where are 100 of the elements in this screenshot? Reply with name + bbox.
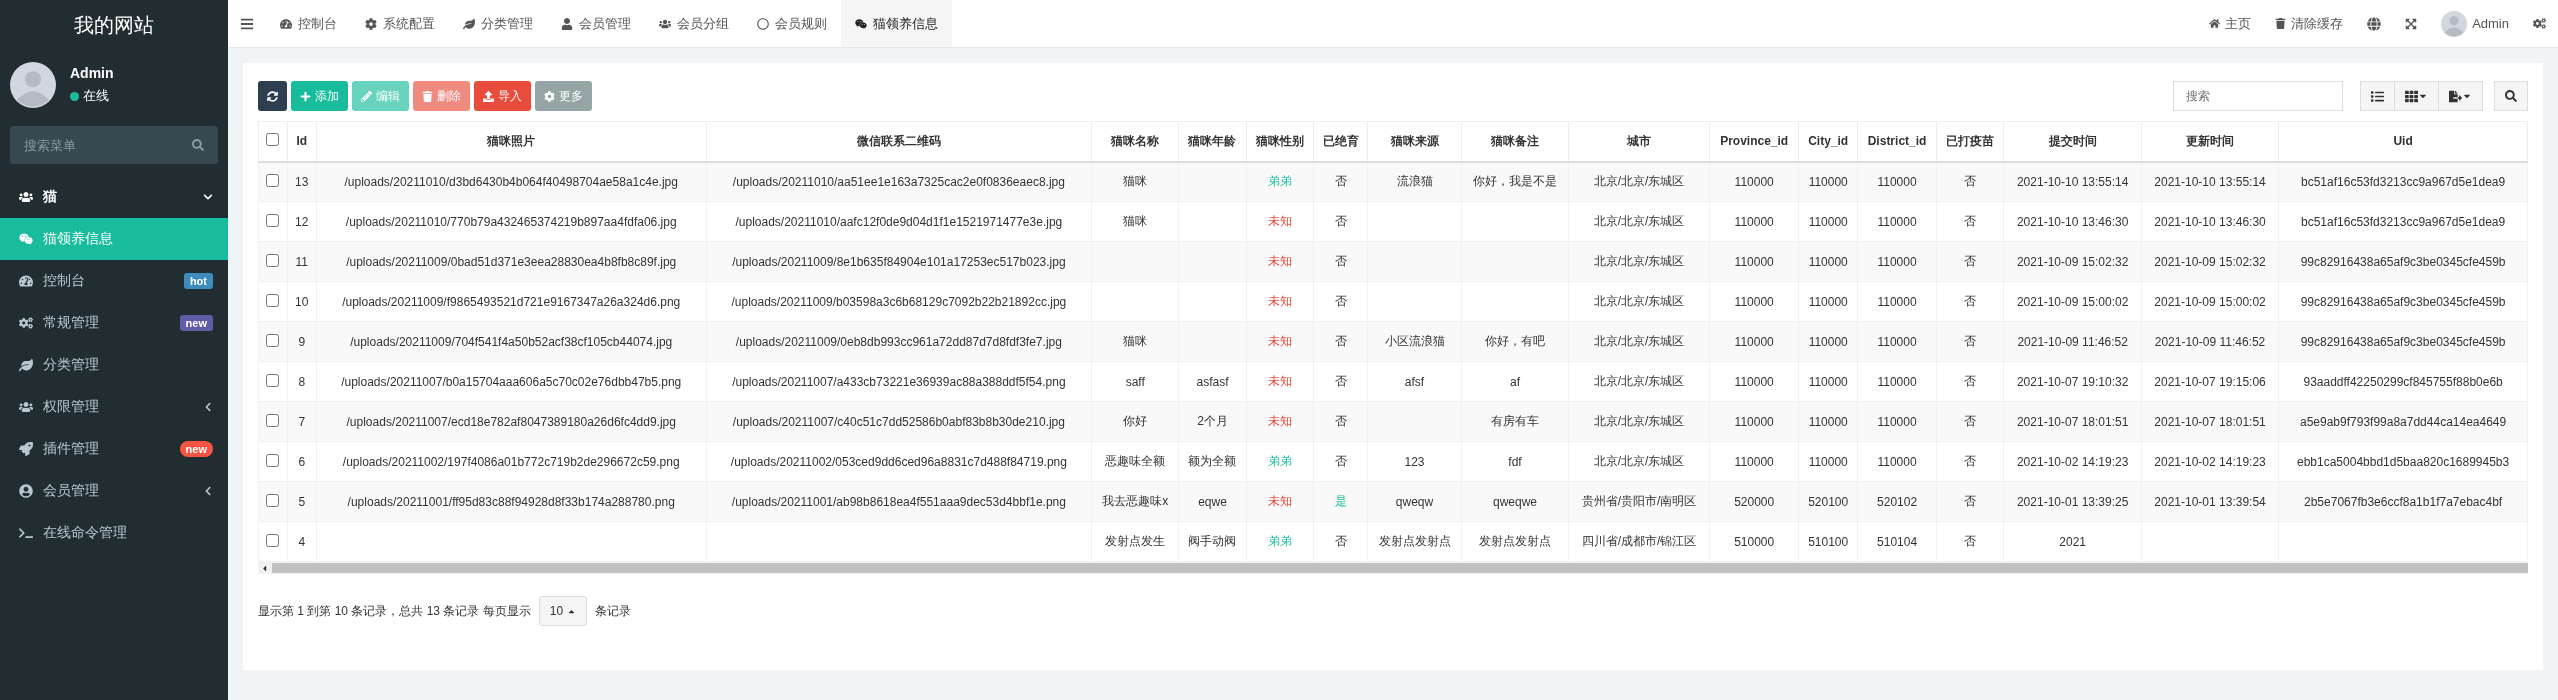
- table-cell: 否: [1964, 334, 1977, 348]
- toolbar-button[interactable]: 导入: [474, 81, 531, 111]
- row-checkbox[interactable]: [266, 533, 280, 547]
- menu-badge: hot: [183, 273, 213, 289]
- table-cell: 123: [1404, 454, 1425, 469]
- table-cell: 520000: [1734, 494, 1775, 509]
- table-cell: 有房有车: [1490, 414, 1539, 428]
- table-cell: 否: [1964, 294, 1977, 308]
- home-icon: [2209, 18, 2221, 29]
- sidebar-item[interactable]: 控制台 hot: [0, 260, 228, 302]
- table-cell: 510000: [1734, 534, 1775, 549]
- table-cell: 弟弟: [1267, 534, 1292, 548]
- table-cell: 99c82916438a65af9c3be0345cfe459b: [2300, 254, 2506, 269]
- column-header[interactable]: 已绝育: [1313, 121, 1368, 162]
- column-header[interactable]: City_id: [1798, 121, 1858, 162]
- settings-icon: [365, 17, 377, 30]
- nav-tab[interactable]: 会员分组: [645, 0, 743, 47]
- column-header[interactable]: 城市: [1568, 121, 1710, 162]
- nav-tab[interactable]: 会员规则: [743, 0, 841, 47]
- row-checkbox[interactable]: [266, 253, 280, 267]
- table-cell: 猫咪: [1123, 174, 1148, 189]
- user-icon: [561, 17, 573, 30]
- row-checkbox[interactable]: [266, 493, 280, 507]
- table-cell: 110000: [1808, 414, 1848, 429]
- row-checkbox[interactable]: [266, 213, 280, 227]
- column-header[interactable]: 已打疫苗: [1936, 121, 2004, 162]
- table-cell: 否: [1964, 214, 1977, 228]
- site-logo: 我的网站: [74, 12, 154, 38]
- nav-tab[interactable]: 系统配置: [351, 0, 449, 47]
- search-button[interactable]: [2494, 81, 2528, 111]
- search-field[interactable]: 搜索: [2173, 81, 2343, 111]
- user-menu[interactable]: Admin: [2429, 0, 2521, 47]
- plus-icon: [300, 90, 311, 102]
- column-header[interactable]: 猫咪名称: [1091, 121, 1179, 162]
- column-header[interactable]: 更新时间: [2141, 121, 2279, 162]
- horizontal-scrollbar[interactable]: [258, 562, 2528, 574]
- column-header[interactable]: 猫咪照片: [316, 121, 707, 162]
- table-cell: 小区流浪猫: [1384, 334, 1445, 348]
- nav-tab[interactable]: 会员管理: [547, 0, 645, 47]
- list-view-button[interactable]: [2360, 81, 2395, 111]
- table-cell: 11: [295, 254, 308, 269]
- table-cell: 否: [1334, 254, 1347, 268]
- row-checkbox[interactable]: [266, 173, 280, 187]
- sidebar-item[interactable]: 分类管理: [0, 344, 228, 386]
- row-checkbox[interactable]: [266, 293, 280, 307]
- table-cell: 流浪猫: [1396, 174, 1433, 189]
- row-checkbox[interactable]: [266, 333, 280, 347]
- sidebar-item[interactable]: 在线命令管理: [0, 512, 228, 554]
- column-header[interactable]: 猫咪性别: [1246, 121, 1314, 162]
- nav-link[interactable]: 主页: [2197, 0, 2264, 47]
- column-header[interactable]: 猫咪备注: [1461, 121, 1569, 162]
- row-checkbox[interactable]: [266, 413, 280, 427]
- sidebar-item[interactable]: 插件管理 new: [0, 428, 228, 470]
- row-checkbox[interactable]: [266, 373, 280, 387]
- row-checkbox[interactable]: [266, 453, 280, 467]
- column-header[interactable]: Province_id: [1709, 121, 1799, 162]
- search-icon: [2505, 90, 2517, 102]
- table-cell: 四川省/成都市/锦江区: [1581, 534, 1697, 548]
- table-cell: 110000: [1734, 334, 1774, 349]
- table-cell: 2021-10-10 13:46:30: [2154, 214, 2266, 229]
- export-button[interactable]: [2438, 81, 2483, 111]
- nav-link[interactable]: 清除缓存: [2263, 0, 2356, 47]
- column-header[interactable]: 猫咪来源: [1367, 121, 1462, 162]
- table-cell: 2021-10-09 15:02:32: [2154, 254, 2266, 269]
- table-cell: 110000: [1877, 214, 1917, 229]
- column-header[interactable]: 猫咪年龄: [1178, 121, 1247, 162]
- users-icon: [659, 17, 671, 30]
- column-header[interactable]: Id: [287, 121, 317, 162]
- table-cell: 110000: [1877, 374, 1917, 389]
- nav-tab[interactable]: 猫领养信息: [841, 0, 952, 47]
- caret-left-icon: [260, 563, 269, 573]
- column-header[interactable]: 提交时间: [2003, 121, 2142, 162]
- sidebar-item[interactable]: 会员管理: [0, 470, 228, 512]
- table-cell: 贵州省/贵阳市/南明区: [1581, 494, 1697, 508]
- table-cell: /uploads/20211009/0eb8db993cc961a72dd87d7d8fdf3fe7.jpg: [735, 334, 1062, 349]
- table-cell: 否: [1334, 414, 1347, 428]
- nav-tab[interactable]: 分类管理: [449, 0, 547, 47]
- table-cell: 发射点发生: [1105, 534, 1166, 548]
- page-size-select[interactable]: 10: [538, 596, 588, 626]
- sidebar-item[interactable]: 常规管理 new: [0, 302, 228, 344]
- columns-button[interactable]: [2394, 81, 2439, 111]
- sidebar-item[interactable]: 权限管理: [0, 386, 228, 428]
- column-header[interactable]: 微信联系二维码: [706, 121, 1092, 162]
- table-cell: 2021: [2059, 534, 2086, 549]
- table-cell: /uploads/20211009/0bad51d371e3eea28830ea4b8fb8c89f.jpg: [346, 254, 677, 269]
- table-cell: 否: [1334, 294, 1347, 308]
- menu-search-field[interactable]: 搜索菜单: [10, 126, 218, 164]
- table-cell: ebb1ca5004bbd1d5baa820c1689945b3: [2297, 454, 2510, 469]
- column-header[interactable]: Uid: [2278, 121, 2528, 162]
- table-cell: 110000: [1808, 374, 1848, 389]
- table-cell: 110000: [1877, 294, 1917, 309]
- nav-tab[interactable]: 控制台: [266, 0, 351, 47]
- refresh-button[interactable]: [258, 81, 287, 111]
- table-cell: 2021-10-02 14:19:23: [2016, 454, 2129, 469]
- sidebar-item[interactable]: 猫: [0, 176, 228, 218]
- select-all-checkbox[interactable]: [266, 133, 280, 147]
- column-header[interactable]: District_id: [1857, 121, 1937, 162]
- table-cell: 发射点发射点: [1378, 534, 1451, 548]
- table-cell: 未知: [1267, 214, 1292, 228]
- table-cell: 未知: [1267, 294, 1292, 308]
